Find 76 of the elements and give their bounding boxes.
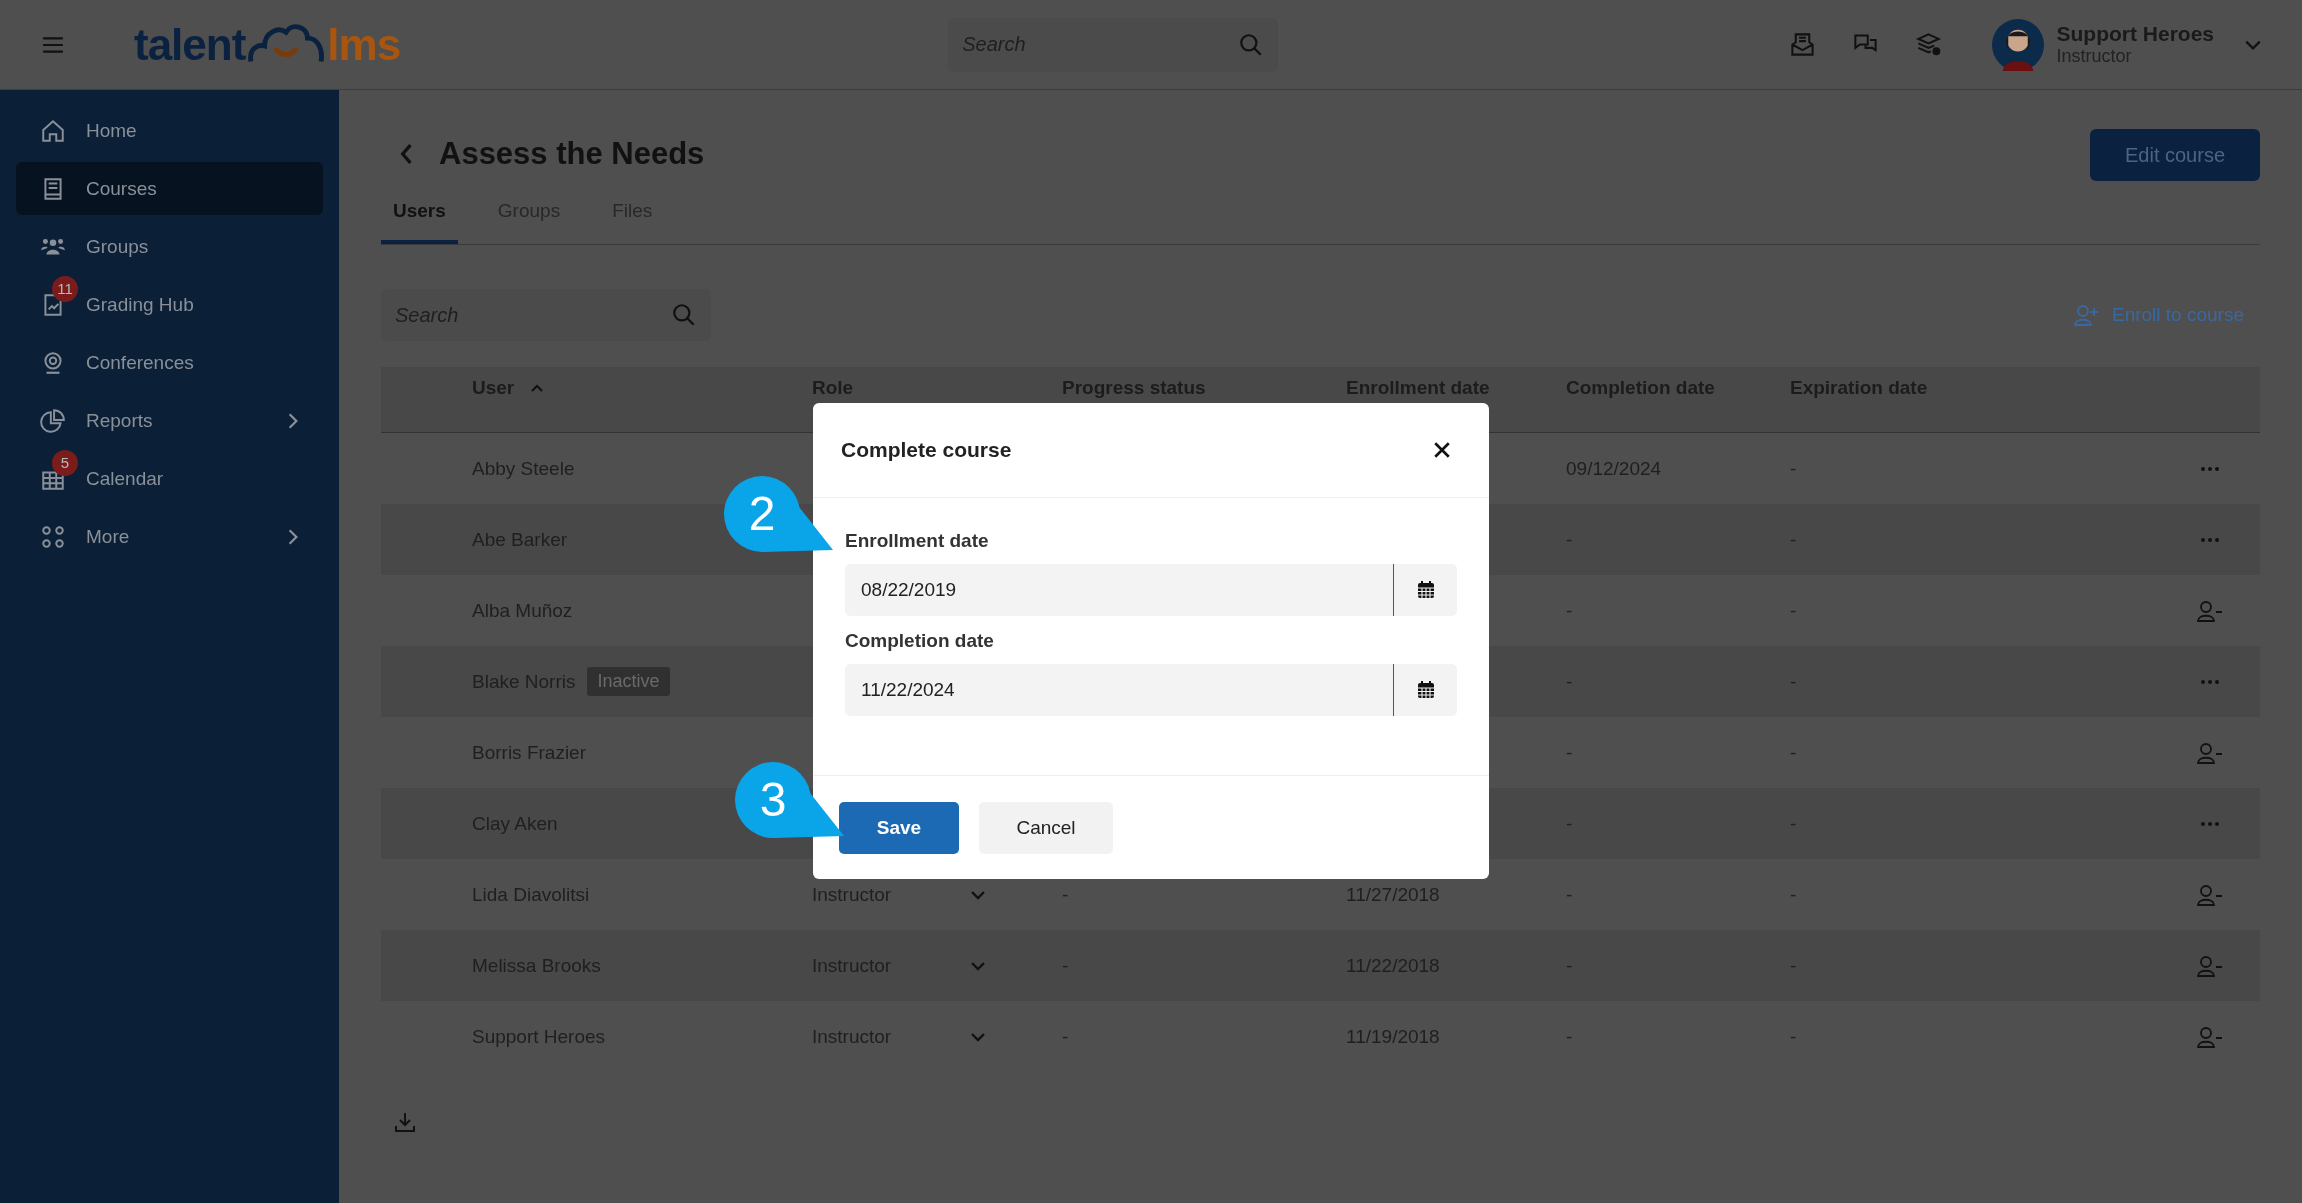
table-cell: - [1790, 670, 1797, 693]
table-cell: - [1566, 670, 1573, 693]
table-cell: - [1566, 741, 1573, 764]
enroll-link[interactable]: Enroll to course [2074, 304, 2244, 326]
table-cell: - [1790, 741, 1797, 764]
chevron-down-icon[interactable] [2244, 38, 2262, 51]
more-icon[interactable] [2200, 820, 2220, 827]
grid-icon [40, 523, 66, 550]
sidebar-item[interactable]: Conferences [16, 336, 323, 389]
status-badge: Inactive [587, 667, 670, 696]
remove-user-icon[interactable] [2197, 883, 2223, 906]
table-cell: - [1566, 1025, 1573, 1048]
menu-icon[interactable] [42, 35, 64, 54]
step-number: 2 [747, 488, 777, 540]
calendar-icon [1415, 680, 1436, 700]
sidebar-item[interactable]: 5 Calendar [16, 452, 323, 505]
close-icon[interactable] [1433, 441, 1451, 459]
save-button[interactable]: Save [839, 801, 959, 854]
table-cell: - [1790, 954, 1797, 977]
more-icon[interactable] [2200, 678, 2220, 685]
logo-text: talent [134, 19, 246, 70]
table-cell: - [1566, 883, 1573, 906]
table-cell: - [1566, 812, 1573, 835]
inbox-icon[interactable] [1789, 31, 1817, 58]
table-cell: - [1566, 528, 1573, 551]
search-icon[interactable] [671, 302, 697, 328]
sort-ascending-icon[interactable] [530, 383, 545, 393]
calendar-icon [1415, 580, 1436, 600]
page-title: Assess the Needs [439, 136, 705, 172]
tab[interactable]: Users [381, 200, 458, 244]
step-number: 3 [758, 774, 788, 826]
table-cell: - [1062, 1025, 1069, 1048]
chevron-down-icon[interactable] [970, 1031, 986, 1042]
more-icon[interactable] [2200, 536, 2220, 543]
sidebar-item[interactable]: Reports [16, 394, 323, 447]
field-label: Enrollment date [845, 530, 990, 552]
table-cell: - [1566, 954, 1573, 977]
count-badge: 11 [52, 275, 78, 302]
more-icon[interactable] [2200, 465, 2220, 472]
table-cell: - [1566, 599, 1573, 622]
sidebar-item[interactable]: Groups [16, 220, 323, 273]
remove-user-icon[interactable] [2197, 1025, 2223, 1048]
count-badge: 5 [52, 449, 78, 476]
download-icon[interactable] [393, 1110, 417, 1134]
table-cell: - [1790, 883, 1797, 906]
calendar-button[interactable] [1393, 564, 1457, 616]
sidebar-item[interactable]: More [16, 510, 323, 563]
sidebar-item[interactable]: Courses [16, 162, 323, 215]
remove-user-icon[interactable] [2197, 741, 2223, 764]
sidebar-item[interactable]: Home [16, 104, 323, 157]
dialog-title: Complete course [841, 438, 1012, 462]
table-cell: - [1790, 457, 1797, 480]
sidebar-item[interactable]: 11 Grading Hub [16, 278, 323, 331]
chevron-down-icon[interactable] [970, 889, 986, 900]
calendar-button[interactable] [1393, 664, 1457, 716]
table-cell: - [1790, 812, 1797, 835]
remove-user-icon[interactable] [2197, 599, 2223, 622]
table-cell: - [1790, 1025, 1797, 1048]
add-user-icon [2074, 304, 2100, 326]
home-icon [40, 117, 66, 144]
date-field[interactable]: 08/22/2019 [845, 564, 1393, 616]
date-field[interactable]: 11/22/2024 [845, 664, 1393, 716]
logo-text: lms [327, 19, 401, 70]
table-cell: - [1062, 954, 1069, 977]
pie-chart-icon [40, 407, 66, 434]
chevron-down-icon[interactable] [970, 960, 986, 971]
back-icon[interactable] [399, 143, 413, 165]
field-label: Completion date [845, 630, 995, 652]
edit-course-button[interactable]: Edit course [2090, 129, 2260, 181]
layers-icon[interactable] [1915, 31, 1943, 58]
table-cell: - [1790, 599, 1797, 622]
table-cell: - [1062, 883, 1069, 906]
avatar[interactable] [1992, 18, 2045, 71]
remove-user-icon[interactable] [2197, 954, 2223, 977]
cancel-button[interactable]: Cancel [979, 801, 1113, 854]
table-cell: - [1790, 528, 1797, 551]
